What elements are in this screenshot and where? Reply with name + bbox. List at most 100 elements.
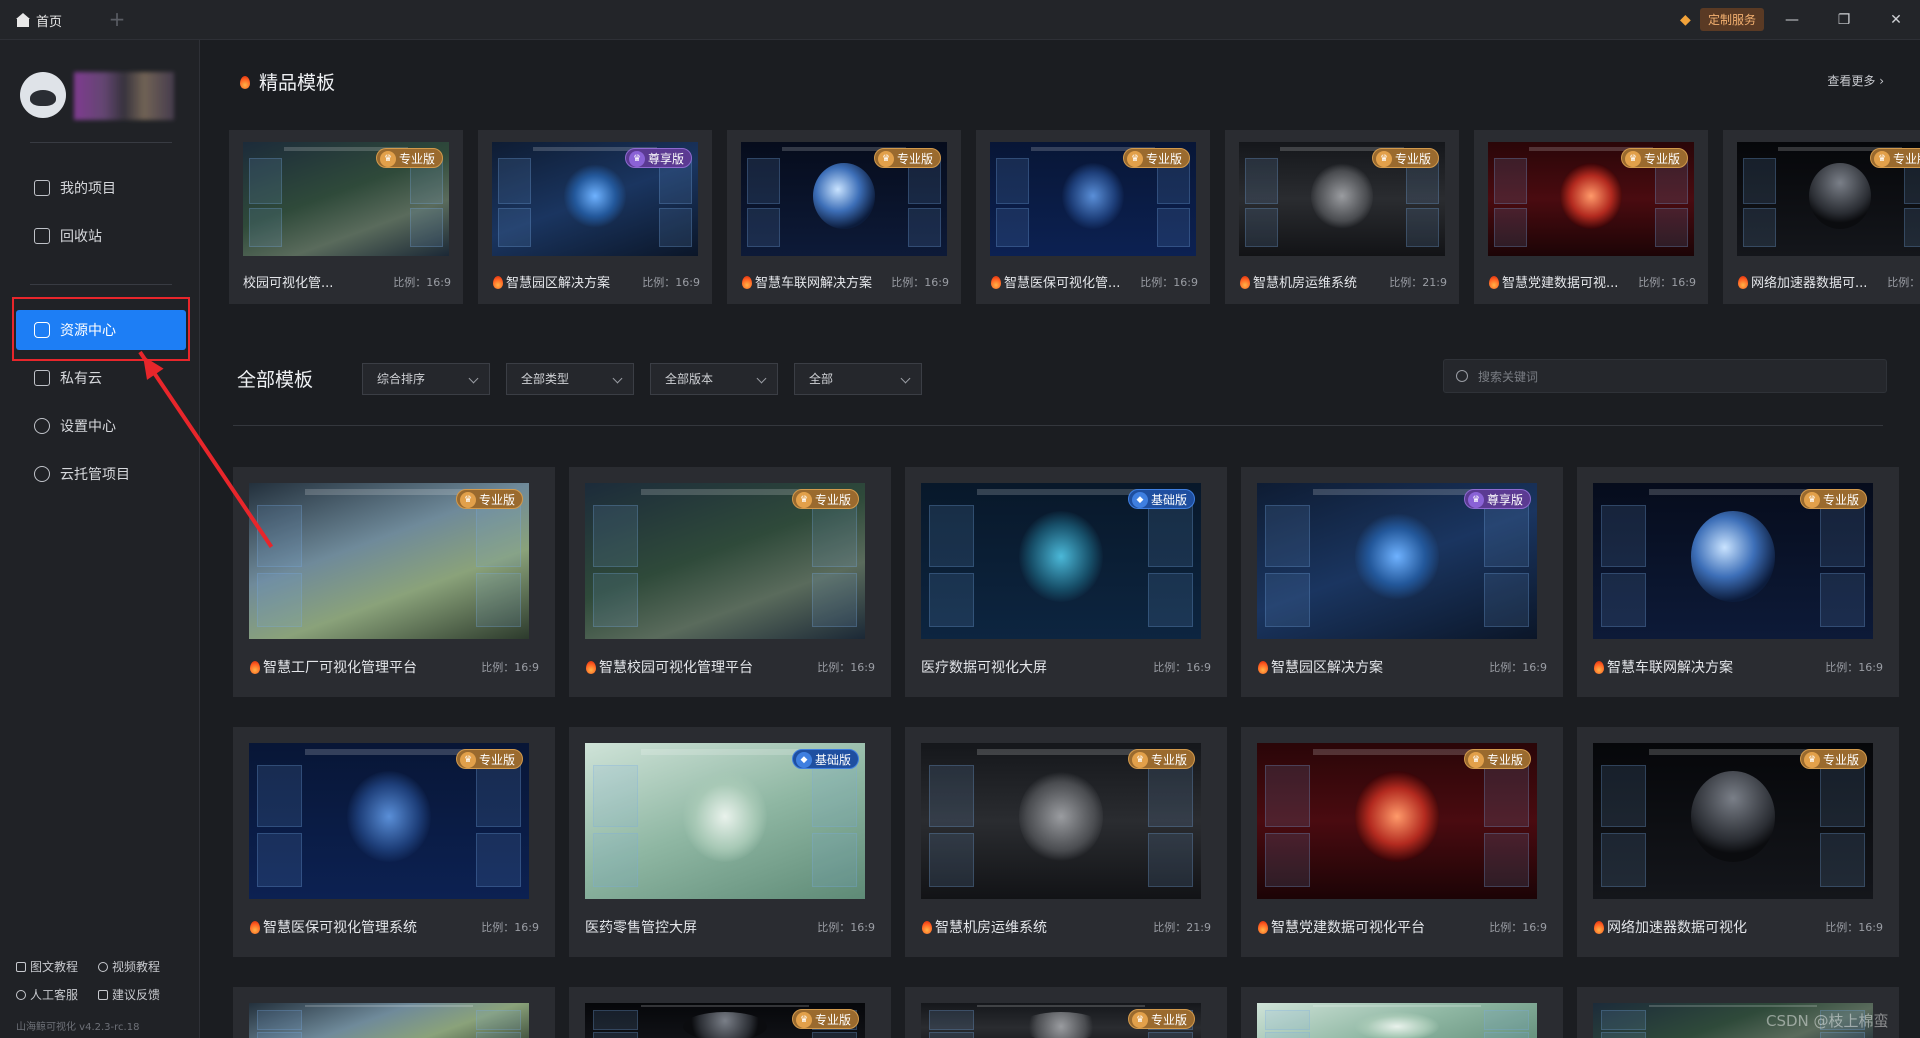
template-card[interactable]: ♛ 专业版 智慧工厂可视化管理平台 比例：16:9 <box>233 467 555 697</box>
thumbnail-panel <box>1405 208 1439 247</box>
play-icon <box>98 961 109 972</box>
template-title-text: 智慧园区解决方案 <box>506 276 611 291</box>
template-card[interactable]: ◆ 基础版 医疗数据可视化大屏 比例：16:9 <box>905 467 1227 697</box>
edition-badge: ♛专业版 <box>791 489 859 509</box>
thumbnail-panel <box>811 504 857 568</box>
thumbnail-panel <box>475 573 521 627</box>
template-card[interactable] <box>233 987 555 1038</box>
template-title: 智慧机房运维系统 <box>1239 272 1379 291</box>
edition-badge: ♛专业版 <box>1799 749 1867 769</box>
tab-home[interactable]: 首页 <box>16 8 62 32</box>
thumbnail-visual <box>1311 162 1373 229</box>
thumbnail-visual <box>683 771 767 862</box>
thumbnail-header <box>641 489 809 496</box>
template-title-text: 网络加速器数据可... <box>1751 276 1868 291</box>
thumbnail-panel <box>475 1010 521 1030</box>
edition-badge: ♛专业版 <box>375 148 443 168</box>
thumbnail-frame: ♛专业版 <box>1257 743 1537 899</box>
sort-dropdown[interactable]: 综合排序 <box>362 363 490 395</box>
thumbnail-panel <box>1265 833 1311 887</box>
sidebar-item-settings[interactable]: 设置中心 <box>16 406 186 446</box>
edition-badge: ♛ 尊享版 <box>624 148 692 168</box>
see-more-link[interactable]: 查看更多 › <box>1827 72 1884 89</box>
thumbnail-frame: ♛专业版 <box>585 1003 865 1038</box>
thumbnail-frame: ♛专业版 <box>249 483 529 639</box>
featured-template-card[interactable]: ♛ 专业版 校园可视化管... 比例：16:9 <box>229 130 463 304</box>
template-card[interactable]: ♛ 专业版 <box>569 987 891 1038</box>
thumbnail-panel <box>1265 764 1311 828</box>
thumbnail-panel <box>1245 157 1279 204</box>
custom-service-label: 定制服务 <box>1700 8 1765 31</box>
thumbnail-panel <box>1483 1010 1529 1030</box>
thumbnail-visual <box>1062 162 1124 229</box>
template-card[interactable]: ♛ 专业版 <box>905 987 1227 1038</box>
template-card[interactable]: ♛ 专业版 智慧机房运维系统 比例：21:9 <box>905 727 1227 957</box>
version-dropdown[interactable]: 全部版本 <box>650 363 778 395</box>
template-card[interactable]: ◆ 基础版 医药零售管控大屏 比例：16:9 <box>569 727 891 957</box>
restore-icon[interactable]: ❐ <box>1832 8 1856 32</box>
sidebar-divider <box>30 142 172 143</box>
template-card[interactable]: ♛ 专业版 智慧党建数据可视化平台 比例：16:9 <box>1241 727 1563 957</box>
thumbnail-panel <box>1743 157 1777 204</box>
edition-badge-label: 专业版 <box>478 493 515 507</box>
thumbnail-panel <box>1601 573 1647 627</box>
custom-service-button[interactable]: ◆ 定制服务 <box>1680 8 1765 31</box>
template-card[interactable]: ♛ 专业版 网络加速器数据可视化 比例：16:9 <box>1577 727 1899 957</box>
sidebar-item-recycle-bin[interactable]: 回收站 <box>16 216 186 256</box>
add-tab-button[interactable]: + <box>105 8 129 32</box>
template-card[interactable] <box>1241 987 1563 1038</box>
edition-badge-label: 专业版 <box>1145 152 1182 166</box>
human-service-link[interactable]: 人工客服 <box>16 986 78 1003</box>
template-title: 校园可视化管... <box>243 272 383 291</box>
edition-badge-label: 专业版 <box>1822 753 1859 767</box>
thumbnail-panel <box>1483 1032 1529 1038</box>
version-label: 山海鲸可视化 v4.2.3-rc.18 <box>16 1022 140 1033</box>
thumbnail-frame: ♛ 尊享版 <box>492 142 698 256</box>
template-title-text: 智慧医保可视化管... <box>1004 276 1121 291</box>
template-card[interactable]: ♛ 专业版 智慧车联网解决方案 比例：16:9 <box>1577 467 1899 697</box>
thumbnail-visual <box>1355 511 1439 602</box>
featured-template-card[interactable]: ♛专业版网络加速器数据可... 比例：16:9 <box>1723 130 1920 304</box>
aspect-ratio: 比例：16:9 <box>1825 921 1883 934</box>
template-title-text: 智慧车联网解决方案 <box>1607 660 1733 676</box>
search-box[interactable] <box>1443 359 1887 393</box>
sidebar-item-cloud-hosting[interactable]: 云托管项目 <box>16 454 186 494</box>
minimize-icon[interactable]: — <box>1780 8 1804 32</box>
thumbnail-panel <box>929 833 975 887</box>
avatar[interactable] <box>20 72 66 118</box>
thumbnail-header <box>977 1005 1145 1007</box>
doc-tutorial-link[interactable]: 图文教程 <box>16 958 78 975</box>
flame-icon <box>249 659 261 675</box>
video-tutorial-link[interactable]: 视频教程 <box>98 958 160 975</box>
featured-template-card[interactable]: ♛ 尊享版 智慧园区解决方案 比例：16:9 <box>478 130 712 304</box>
featured-template-card[interactable]: ♛ 专业版 智慧党建数据可视... 比例：16:9 <box>1474 130 1708 304</box>
thumbnail-panel <box>929 764 975 828</box>
thumbnail-panel <box>475 1032 521 1038</box>
crown-icon: ♛ <box>1803 492 1820 508</box>
close-icon[interactable]: ✕ <box>1884 8 1908 32</box>
thumbnail-panel <box>1494 208 1528 247</box>
scope-dropdown[interactable]: 全部 <box>794 363 922 395</box>
crown-icon: ♛ <box>379 151 396 167</box>
search-input[interactable] <box>1478 366 1858 388</box>
featured-template-card[interactable]: ♛ 专业版 智慧机房运维系统 比例：21:9 <box>1225 130 1459 304</box>
template-thumbnail <box>249 1003 529 1038</box>
feedback-link[interactable]: 建议反馈 <box>98 986 160 1003</box>
sidebar-item-my-projects[interactable]: 我的项目 <box>16 168 186 208</box>
footer-links-row-1: 图文教程 视频教程 <box>16 958 160 975</box>
featured-template-card[interactable]: ♛ 专业版 智慧医保可视化管... 比例：16:9 <box>976 130 1210 304</box>
thumbnail-panel <box>257 1032 303 1038</box>
sidebar: 我的项目 回收站 资源中心 私有云 设置中心 云托管项目 图文教程 视频教程 人… <box>0 40 200 1038</box>
thumbnail-panel <box>1601 1032 1647 1038</box>
featured-template-card[interactable]: ♛ 专业版 智慧车联网解决方案 比例：16:9 <box>727 130 961 304</box>
thumbnail-panel <box>929 504 975 568</box>
template-title: 智慧医保可视化管... <box>990 272 1130 291</box>
template-card[interactable]: ♛ 专业版 智慧校园可视化管理平台 比例：16:9 <box>569 467 891 697</box>
aspect-ratio: 比例：16:9 <box>817 661 875 674</box>
type-dropdown[interactable]: 全部类型 <box>506 363 634 395</box>
thumbnail-panel <box>929 1032 975 1038</box>
thumbnail-panel <box>1601 764 1647 828</box>
template-card[interactable]: ♛ 尊享版 智慧园区解决方案 比例：16:9 <box>1241 467 1563 697</box>
aspect-ratio: 比例：16:9 <box>481 661 539 674</box>
template-card[interactable]: ♛ 专业版 智慧医保可视化管理系统 比例：16:9 <box>233 727 555 957</box>
